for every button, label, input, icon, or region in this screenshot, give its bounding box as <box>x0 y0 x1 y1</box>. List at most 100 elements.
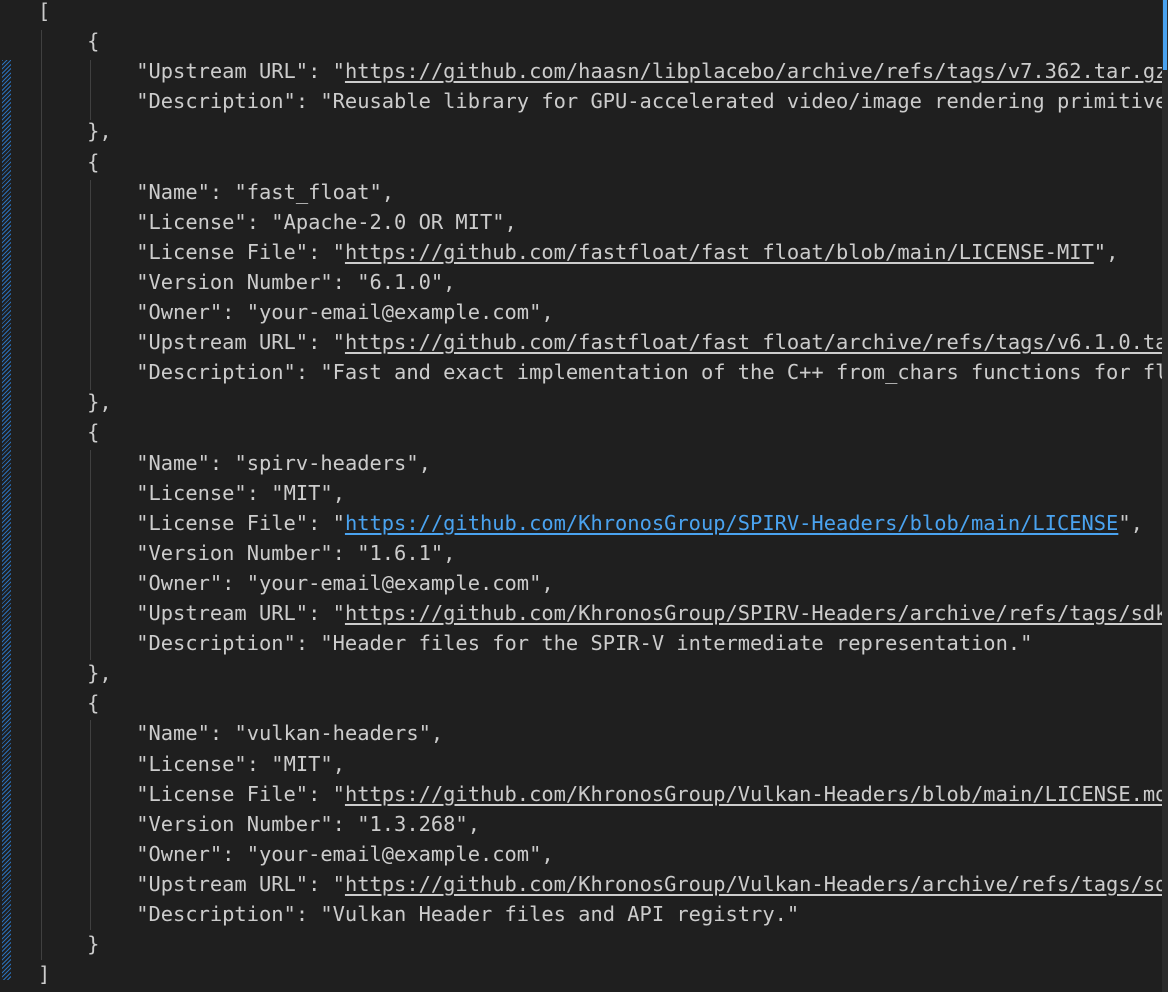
code-line[interactable]: "Upstream URL": "https://github.com/Khro… <box>38 598 1168 628</box>
code-line[interactable]: "Version Number": "6.1.0", <box>38 267 455 297</box>
json-key: "Upstream URL" <box>136 871 309 896</box>
code-line[interactable]: "Owner": "your-email@example.com", <box>38 568 554 598</box>
code-line[interactable]: "Upstream URL": "https://github.com/haas… <box>38 56 1167 86</box>
url-link[interactable]: https://github.com/KhronosGroup/Vulkan-H… <box>345 872 1168 896</box>
close-quote: " <box>1020 631 1033 656</box>
code-line[interactable]: "License File": "https://github.com/Khro… <box>38 779 1168 809</box>
json-key: "Version Number" <box>136 540 333 565</box>
colon: : <box>295 902 321 926</box>
code-line[interactable]: }, <box>38 387 112 417</box>
json-bracket: ] <box>38 962 51 987</box>
url-link[interactable]: https://github.com/KhronosGroup/SPIRV-He… <box>345 511 1118 535</box>
json-string-value: Fast and exact implementation of the C++… <box>332 360 1168 385</box>
json-key: "Name" <box>136 450 210 475</box>
code-line[interactable]: [ <box>38 0 50 26</box>
open-quote: " <box>271 751 284 776</box>
comma: , <box>541 841 554 866</box>
code-line[interactable]: "Description": "Vulkan Header files and … <box>38 899 799 929</box>
json-key: "Name" <box>136 179 210 204</box>
comma: , <box>443 540 456 565</box>
json-bracket: { <box>38 420 100 445</box>
close-quote: " <box>369 179 382 204</box>
close-quote: " <box>455 811 468 836</box>
code-editor[interactable]: [ { "Upstream URL": "https://github.com/… <box>0 0 1168 992</box>
code-line[interactable]: "Owner": "your-email@example.com", <box>38 297 553 327</box>
comma: , <box>332 480 345 505</box>
close-quote: " <box>1093 239 1107 264</box>
json-key: "Upstream URL" <box>136 59 309 84</box>
json-string-value: your-email@example.com <box>259 841 530 866</box>
colon: : <box>295 360 321 385</box>
colon: : <box>308 510 333 535</box>
code-line[interactable]: }, <box>38 658 112 688</box>
code-line[interactable]: "Description": "Header files for the SPI… <box>38 628 1032 658</box>
code-line[interactable]: { <box>38 688 99 718</box>
open-quote: " <box>357 540 370 565</box>
code-line[interactable]: "Version Number": "1.3.268", <box>38 809 480 839</box>
json-string-value: Vulkan Header files and API registry. <box>332 902 787 926</box>
open-quote: " <box>271 480 284 505</box>
code-line[interactable]: } <box>38 929 99 959</box>
url-link[interactable]: https://github.com/fastfloat/fast_float/… <box>345 330 1168 354</box>
open-quote: " <box>332 601 345 625</box>
open-quote: " <box>332 59 345 84</box>
url-link[interactable]: https://github.com/KhronosGroup/SPIRV-He… <box>345 601 1168 625</box>
code-line[interactable]: "Name": "spirv-headers", <box>38 448 431 478</box>
open-quote: " <box>246 841 259 866</box>
scrollbar-thumb[interactable] <box>1163 0 1167 70</box>
code-line[interactable]: { <box>38 417 99 447</box>
code-line[interactable]: "License": "MIT", <box>38 478 345 508</box>
modified-lines-gutter-marker[interactable] <box>2 60 11 980</box>
code-line[interactable]: "License": "Apache-2.0 OR MIT", <box>38 207 517 237</box>
code-line[interactable]: ] <box>38 959 50 989</box>
colon: : <box>308 781 333 806</box>
comma: , <box>467 811 480 836</box>
json-bracket: { <box>38 149 100 174</box>
code-line[interactable]: "Upstream URL": "https://github.com/fast… <box>38 327 1168 357</box>
comma: , <box>541 570 554 595</box>
code-line[interactable]: "Name": "fast_float", <box>38 177 394 207</box>
close-quote: " <box>430 540 444 565</box>
json-string-value: MIT <box>283 751 321 776</box>
comma: , <box>504 209 517 234</box>
code-line[interactable]: "Description": "Fast and exact implement… <box>38 357 1168 387</box>
comma: , <box>418 450 431 475</box>
close-quote: " <box>1118 510 1131 535</box>
colon: : <box>209 450 235 475</box>
close-quote: " <box>529 300 542 324</box>
code-line[interactable]: "Owner": "your-email@example.com", <box>38 839 554 869</box>
url-link[interactable]: https://github.com/haasn/libplacebo/arch… <box>345 59 1168 83</box>
code-line[interactable]: "License File": "https://github.com/Khro… <box>38 508 1143 538</box>
code-line[interactable]: "License File": "https://github.com/fast… <box>38 237 1118 267</box>
url-link[interactable]: https://github.com/fastfloat/fast_float/… <box>345 240 1094 264</box>
code-line[interactable]: { <box>38 26 99 56</box>
code-line[interactable]: "License": "MIT", <box>38 749 345 779</box>
open-quote: " <box>234 179 247 204</box>
json-key: "Version Number" <box>136 269 333 294</box>
json-string-value: MIT <box>283 480 321 505</box>
code-line[interactable]: "Upstream URL": "https://github.com/Khro… <box>38 869 1168 899</box>
url-link[interactable]: https://github.com/KhronosGroup/Vulkan-H… <box>345 782 1168 806</box>
open-quote: " <box>320 902 333 926</box>
colon: : <box>332 269 358 294</box>
code-line[interactable]: "Version Number": "1.6.1", <box>38 538 455 568</box>
code-line[interactable]: }, <box>38 116 112 146</box>
vertical-scrollbar[interactable] <box>1162 0 1168 992</box>
code-line[interactable]: "Description": "Reusable library for GPU… <box>38 86 1168 116</box>
code-line[interactable]: "Name": "vulkan-headers", <box>38 718 443 748</box>
json-key: "Upstream URL" <box>136 601 309 625</box>
code-line[interactable]: { <box>38 147 99 177</box>
open-quote: " <box>332 239 345 264</box>
json-key: "License File" <box>136 781 309 806</box>
